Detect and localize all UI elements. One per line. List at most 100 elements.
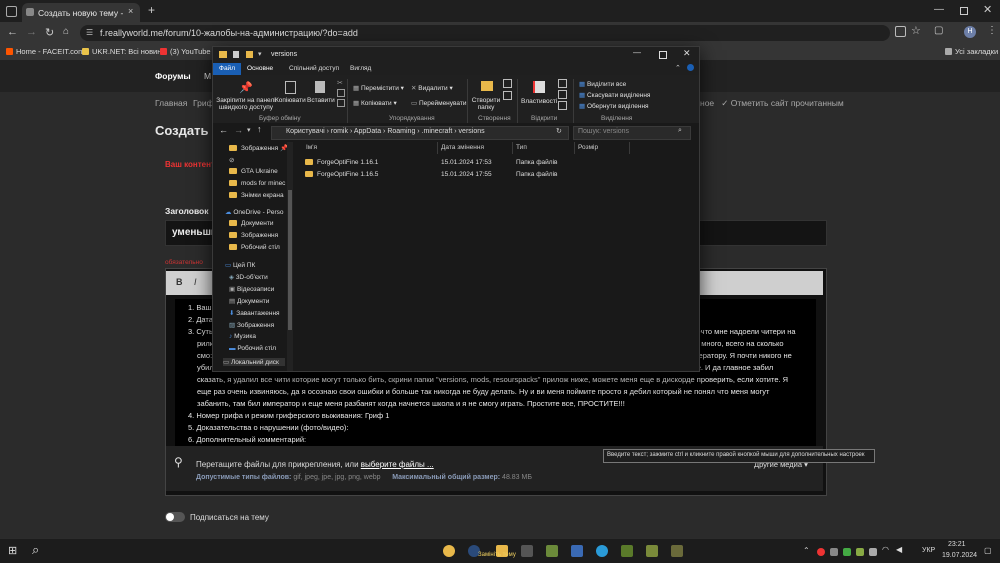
menu-icon[interactable]: ⋮: [987, 25, 997, 36]
invert-selection-button[interactable]: ▦ Обернути виділення: [579, 102, 649, 110]
nav-item-blocked[interactable]: ⊘: [229, 156, 234, 164]
breadcrumb-gr[interactable]: Гриф: [193, 98, 214, 108]
maximize-button[interactable]: [659, 51, 667, 59]
nav-item-gta[interactable]: GTA Ukraine: [229, 168, 278, 175]
close-window-button[interactable]: ✕: [983, 3, 992, 16]
tab-view[interactable]: Вигляд: [350, 65, 371, 72]
folder-icon[interactable]: [246, 51, 253, 58]
nav-item-desktop2[interactable]: ▬ Робочий стіл: [229, 345, 276, 352]
home-icon[interactable]: ⌂: [63, 26, 69, 37]
select-all-button[interactable]: ▦ Виділити все: [579, 80, 626, 88]
clock-date[interactable]: 19.07.2024: [942, 552, 977, 559]
refresh-icon[interactable]: ↻: [556, 127, 562, 135]
windows-start-icon[interactable]: ⊞: [8, 544, 17, 557]
nav-item-videos[interactable]: ▣ Відеозаписи: [229, 285, 274, 293]
help-icon[interactable]: [687, 64, 694, 71]
nav-item-downloads[interactable]: ⬇ Завантаження: [229, 309, 280, 317]
tab-file[interactable]: Файл: [213, 63, 241, 75]
clock-time[interactable]: 23:21: [948, 541, 966, 548]
restore-button[interactable]: [960, 7, 968, 15]
tab-home[interactable]: Основне: [247, 65, 273, 72]
paste-shortcut-icon[interactable]: [337, 99, 345, 107]
minecraft-icon[interactable]: [621, 545, 633, 557]
dropdown-icon[interactable]: ▾: [258, 50, 262, 58]
tab-search-icon[interactable]: [6, 6, 17, 17]
up-icon[interactable]: ↑: [257, 124, 262, 134]
telegram-icon[interactable]: [596, 545, 608, 557]
column-size[interactable]: Розмір: [578, 144, 598, 151]
bookmark-youtube[interactable]: (3) YouTube: [160, 47, 211, 56]
nav-item-pictures3[interactable]: ▨ Зображення: [229, 321, 274, 329]
search-icon[interactable]: ⌕: [32, 542, 39, 558]
extensions-icon[interactable]: ▢: [934, 25, 943, 36]
scroll-thumb[interactable]: [288, 190, 292, 330]
minecraft-icon[interactable]: [671, 545, 683, 557]
nav-item-documents[interactable]: Документи: [229, 220, 273, 227]
pin-icon[interactable]: 📌: [239, 81, 253, 94]
recent-icon[interactable]: ▾: [247, 126, 251, 134]
tray-app-icon[interactable]: [869, 548, 877, 556]
tray-app-icon[interactable]: [856, 548, 864, 556]
close-icon[interactable]: ×: [128, 6, 133, 16]
forward-icon[interactable]: →: [26, 26, 37, 38]
paste-button[interactable]: Вставити: [307, 97, 335, 104]
nav-more[interactable]: М: [204, 71, 211, 81]
properties-button[interactable]: Властивості: [521, 98, 557, 105]
volume-icon[interactable]: ◀: [896, 545, 902, 554]
table-row[interactable]: ForgeOptiFine 1.16.1: [305, 159, 378, 166]
minecraft-icon[interactable]: [646, 545, 658, 557]
open-icon[interactable]: [558, 79, 567, 88]
nav-item-this-pc[interactable]: ▭ Цей ПК: [225, 261, 255, 269]
reload-icon[interactable]: ↻: [45, 26, 54, 39]
bold-button[interactable]: B: [176, 277, 183, 287]
history-icon[interactable]: [558, 101, 567, 110]
subscribe-toggle[interactable]: [165, 512, 185, 522]
column-date[interactable]: Дата змінення: [441, 144, 484, 151]
app-icon[interactable]: [521, 545, 533, 557]
tray-app-icon[interactable]: [843, 548, 851, 556]
nav-item-music[interactable]: ♪ Музика: [229, 333, 256, 340]
vs-icon[interactable]: [571, 545, 583, 557]
copy-button[interactable]: Копіювати: [275, 97, 306, 104]
nav-item-desktop[interactable]: Робочий стіл: [229, 244, 280, 251]
nav-forums[interactable]: Форумы: [155, 71, 191, 81]
nav-item-documents2[interactable]: ▤ Документи: [229, 297, 269, 305]
nav-item-pictures[interactable]: Зображення 📌: [229, 144, 287, 152]
translate-icon[interactable]: [895, 26, 906, 37]
address-bar[interactable]: ☰ f.reallyworld.me/forum/10-жалобы-на-ад…: [80, 25, 890, 41]
chevron-up-icon[interactable]: ⌃: [803, 546, 810, 555]
wifi-icon[interactable]: ◠: [882, 545, 889, 554]
easy-access-icon[interactable]: [503, 91, 512, 100]
bookmark-ukrnet[interactable]: UKR.NET: Всі новин...: [82, 47, 168, 56]
bookmark-faceit[interactable]: Home - FACEIT.com: [6, 47, 84, 56]
breadcrumb-home[interactable]: Главная: [155, 98, 187, 108]
new-tab-button[interactable]: +: [148, 3, 155, 17]
collapse-ribbon-icon[interactable]: ⌃: [675, 64, 681, 72]
browser-tab[interactable]: Создать новую тему - ReallyW ×: [22, 3, 140, 22]
nav-item-onedrive[interactable]: ☁ OneDrive - Perso: [225, 208, 284, 216]
avatar[interactable]: Н: [964, 26, 976, 38]
language-indicator[interactable]: УКР: [922, 547, 935, 554]
nav-item-mods[interactable]: mods for minec: [229, 180, 285, 187]
nav-item-screenshots[interactable]: Знімки екрана: [229, 192, 284, 199]
move-to-button[interactable]: ▦ Перемістити ▾: [353, 84, 404, 92]
forward-icon[interactable]: →: [234, 125, 243, 135]
chrome-icon[interactable]: [443, 545, 455, 557]
minimize-button[interactable]: —: [633, 48, 641, 57]
nav-item-local-disk[interactable]: ▭ Локальний диск: [223, 358, 285, 366]
rename-button[interactable]: ▭ Перейменувати: [411, 99, 466, 107]
minimize-button[interactable]: —: [934, 4, 944, 15]
column-name[interactable]: Ім'я: [306, 144, 317, 151]
delete-button[interactable]: ✕ Видалити ▾: [411, 84, 453, 92]
nav-item-3d[interactable]: ◈ 3D-об'єкти: [229, 273, 268, 281]
explorer-address-bar[interactable]: Користувачі › romik › AppData › Roaming …: [271, 126, 569, 140]
tab-share[interactable]: Спільний доступ: [289, 65, 339, 72]
cut-icon[interactable]: ✂: [337, 79, 343, 87]
new-item-icon[interactable]: [503, 79, 512, 88]
mark-site-read[interactable]: ное ✓ Отметить сайт прочитанным: [700, 98, 844, 109]
tray-app-icon[interactable]: [830, 548, 838, 556]
italic-button[interactable]: I: [194, 277, 197, 287]
choose-files-link[interactable]: выберите файлы ...: [361, 460, 434, 469]
site-info-icon[interactable]: ☰: [86, 28, 93, 37]
explorer-search-input[interactable]: Пошук: versions ⌕: [573, 126, 691, 140]
